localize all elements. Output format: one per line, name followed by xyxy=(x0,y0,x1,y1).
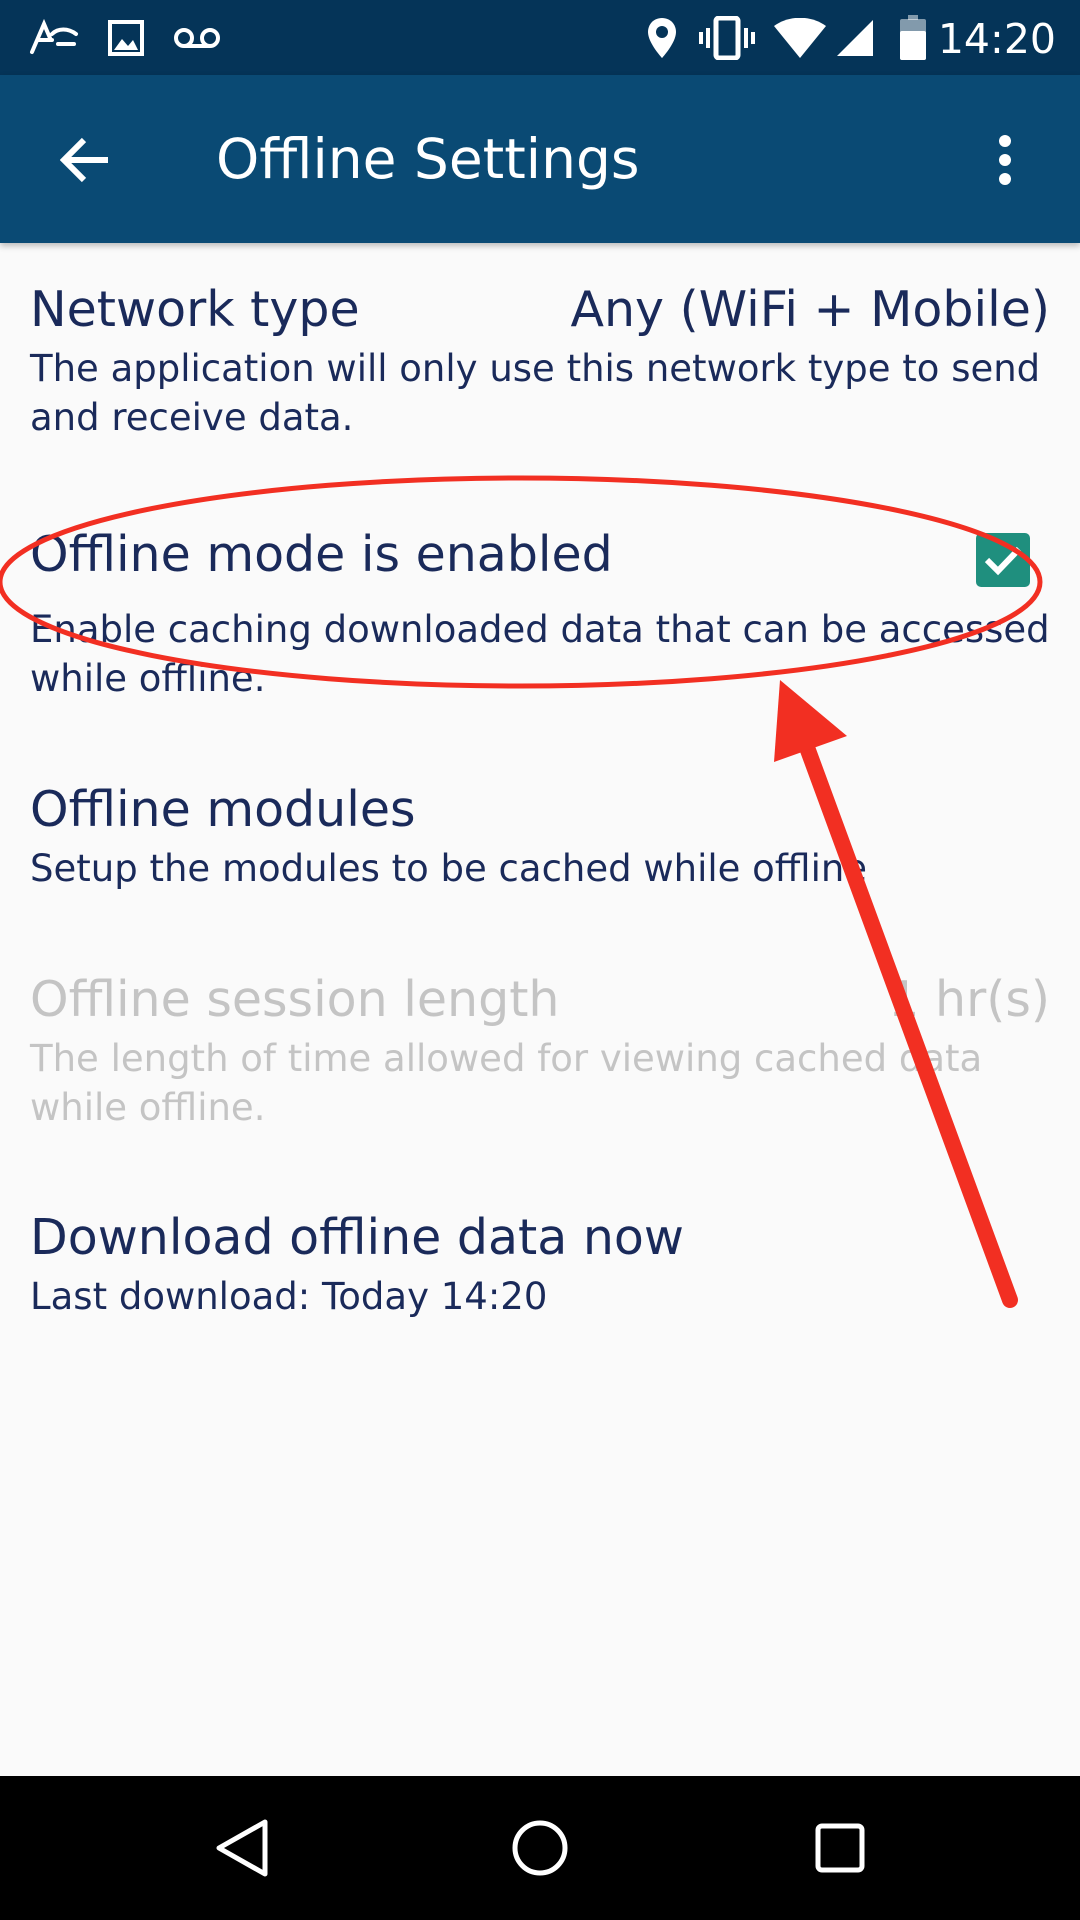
offline-modules-title: Offline modules xyxy=(30,781,416,838)
session-length-summary: The length of time allowed for viewing c… xyxy=(30,1037,983,1129)
status-bar: 14:20 xyxy=(0,0,1080,75)
session-length-preference: Offline session length 1 hr(s) The lengt… xyxy=(30,970,1050,1132)
back-button[interactable] xyxy=(40,115,130,205)
navigation-bar xyxy=(0,1776,1080,1920)
recents-square-icon xyxy=(815,1823,865,1873)
checkmark-icon xyxy=(984,546,1022,576)
download-now-preference[interactable]: Download offline data now Last download:… xyxy=(30,1208,1050,1321)
download-now-title: Download offline data now xyxy=(30,1209,684,1266)
session-length-value: 1 hr(s) xyxy=(888,971,1050,1028)
offline-mode-summary: Enable caching downloaded data that can … xyxy=(30,608,1050,700)
cell-signal-icon xyxy=(834,0,876,75)
network-type-preference[interactable]: Network type Any (WiFi + Mobile) The app… xyxy=(30,280,1050,442)
nav-recents-button[interactable] xyxy=(795,1803,885,1893)
image-icon xyxy=(104,0,148,75)
location-icon xyxy=(644,0,680,75)
vibrate-icon xyxy=(698,0,756,75)
arrow-back-icon xyxy=(60,137,108,183)
app-bar: Offline Settings xyxy=(0,75,1080,243)
home-circle-icon xyxy=(512,1820,568,1876)
nav-back-button[interactable] xyxy=(196,1803,286,1893)
overflow-menu-button[interactable] xyxy=(960,115,1050,205)
offline-modules-preference[interactable]: Offline modules Setup the modules to be … xyxy=(30,780,1050,893)
offline-modules-summary: Setup the modules to be cached while off… xyxy=(30,847,868,890)
back-triangle-icon xyxy=(216,1819,268,1877)
network-type-summary: The application will only use this netwo… xyxy=(30,347,1041,439)
screen: 14:20 Offline Settings Network type Any … xyxy=(0,0,1080,1920)
status-time: 14:20 xyxy=(937,15,1056,63)
app-notification-icon xyxy=(26,0,82,75)
battery-icon xyxy=(896,0,930,75)
more-vert-icon xyxy=(999,135,1011,185)
wifi-icon xyxy=(772,0,828,75)
offline-mode-title: Offline mode is enabled xyxy=(30,526,613,583)
voicemail-icon xyxy=(172,0,222,75)
nav-home-button[interactable] xyxy=(495,1803,585,1893)
page-title: Offline Settings xyxy=(216,127,640,191)
download-now-summary: Last download: Today 14:20 xyxy=(30,1275,548,1318)
network-type-value: Any (WiFi + Mobile) xyxy=(570,281,1050,338)
offline-mode-checkbox[interactable] xyxy=(976,533,1030,587)
offline-mode-preference[interactable]: Offline mode is enabled Enable caching d… xyxy=(30,525,1050,703)
